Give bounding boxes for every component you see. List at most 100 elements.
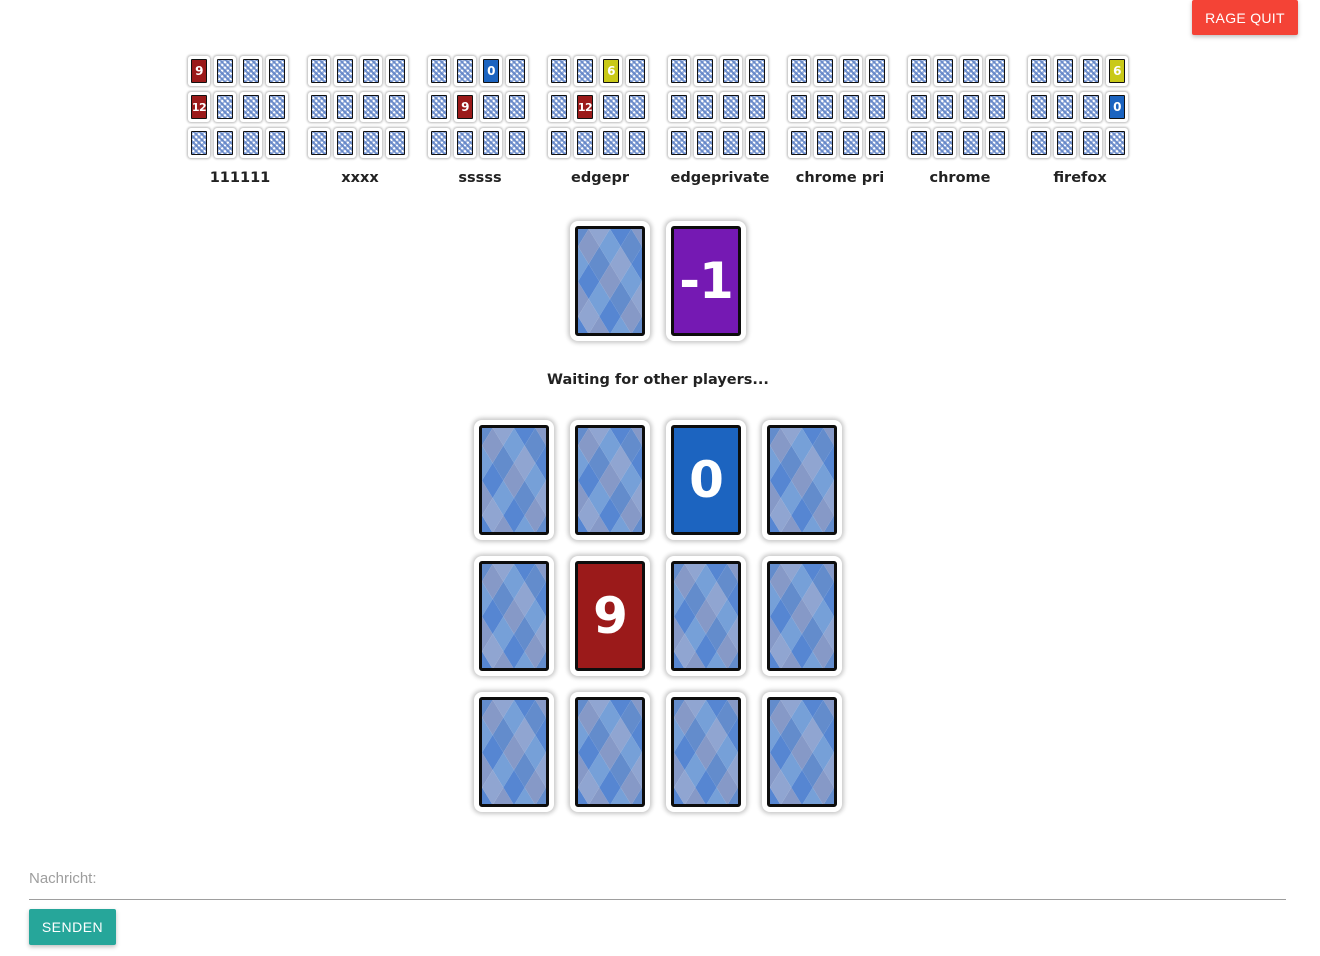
mini-card-back: [217, 131, 233, 155]
player-board: 6 12 edgepr: [548, 56, 652, 196]
mini-card-back: [937, 59, 953, 83]
mini-card-hidden: [814, 92, 836, 122]
mini-card-back: [1109, 131, 1125, 155]
card-back-pattern: [575, 425, 645, 535]
mini-card-back: [843, 131, 859, 155]
mini-card-back: [363, 59, 379, 83]
mini-card-back: [723, 95, 739, 119]
mini-card-hidden: [360, 92, 382, 122]
mini-card-value: 6: [1109, 59, 1125, 83]
mini-card-hidden: [934, 92, 956, 122]
mini-card-back: [603, 95, 619, 119]
my-card-hidden[interactable]: [666, 556, 746, 676]
mini-card-hidden: [788, 92, 810, 122]
my-card-hidden[interactable]: [762, 420, 842, 540]
mini-card-back: [509, 131, 525, 155]
mini-card-back: [483, 131, 499, 155]
my-card-hidden[interactable]: [762, 556, 842, 676]
card-back-pattern: [479, 561, 549, 671]
mini-card-value: 0: [1109, 95, 1125, 119]
mini-card-hidden: [814, 56, 836, 86]
draw-pile[interactable]: [570, 221, 650, 341]
mini-card-hidden: [334, 128, 356, 158]
mini-card-back: [911, 59, 927, 83]
mini-card-back: [723, 131, 739, 155]
mini-card-back: [1057, 59, 1073, 83]
mini-card-hidden: [548, 128, 570, 158]
mini-card-back: [989, 131, 1005, 155]
discard-pile[interactable]: -1: [666, 221, 746, 341]
mini-card-hidden: [1054, 128, 1076, 158]
mini-card-back: [963, 59, 979, 83]
mini-card-hidden: [1080, 56, 1102, 86]
mini-card-hidden: [788, 56, 810, 86]
my-card-hidden[interactable]: [474, 692, 554, 812]
mini-card-back: [791, 95, 807, 119]
mini-card-back: [723, 59, 739, 83]
mini-card-hidden: [266, 128, 288, 158]
mini-card-back: [363, 95, 379, 119]
mini-card-hidden: [574, 56, 596, 86]
my-card-hidden[interactable]: [474, 420, 554, 540]
mini-card-back: [989, 59, 1005, 83]
mini-card-back: [817, 131, 833, 155]
card-back-pattern: [575, 697, 645, 807]
player-board: chrome pri: [788, 56, 892, 196]
player-name: firefox: [1053, 170, 1107, 186]
mini-card-back: [1031, 131, 1047, 155]
mini-card-back: [1057, 95, 1073, 119]
mini-card-back: [697, 59, 713, 83]
mini-card-back: [963, 131, 979, 155]
mini-card-hidden: [840, 56, 862, 86]
mini-card-back: [431, 95, 447, 119]
mini-card-hidden: [866, 128, 888, 158]
player-board: edgeprivate: [668, 56, 772, 196]
mini-card-hidden: [1106, 128, 1128, 158]
chat-message-input[interactable]: [29, 864, 1286, 900]
player-board: 0 9 sssss: [428, 56, 532, 196]
card-back-pattern: [671, 697, 741, 807]
mini-card-hidden: [1054, 56, 1076, 86]
mini-card-hidden: [334, 56, 356, 86]
mini-card-back: [749, 131, 765, 155]
mini-card-back: [911, 131, 927, 155]
mini-card-hidden: [866, 92, 888, 122]
mini-card-back: [243, 131, 259, 155]
mini-card-revealed: 12: [574, 92, 596, 122]
mini-card-hidden: [960, 92, 982, 122]
mini-card-back: [217, 59, 233, 83]
mini-card-back: [937, 95, 953, 119]
card-back-pattern: [767, 697, 837, 807]
mini-card-revealed: 12: [188, 92, 210, 122]
mini-card-back: [509, 95, 525, 119]
mini-card-hidden: [986, 128, 1008, 158]
mini-card-back: [311, 59, 327, 83]
player-board: 6 0 firefox: [1028, 56, 1132, 196]
mini-card-hidden: [574, 128, 596, 158]
mini-card-back: [457, 131, 473, 155]
my-card-hidden[interactable]: [570, 420, 650, 540]
mini-card-back: [1083, 131, 1099, 155]
mini-card-hidden: [720, 56, 742, 86]
card-value: 0: [671, 425, 741, 535]
mini-card-back: [629, 95, 645, 119]
mini-card-back: [671, 59, 687, 83]
my-card-hidden[interactable]: [762, 692, 842, 812]
send-button[interactable]: SENDEN: [29, 909, 116, 945]
mini-card-back: [629, 59, 645, 83]
mini-card-hidden: [308, 128, 330, 158]
my-card-hidden[interactable]: [570, 692, 650, 812]
my-card-hidden[interactable]: [666, 692, 746, 812]
mini-card-hidden: [214, 56, 236, 86]
my-card-revealed[interactable]: 9: [570, 556, 650, 676]
my-card-revealed[interactable]: 0: [666, 420, 746, 540]
mini-card-hidden: [240, 92, 262, 122]
mini-card-hidden: [240, 56, 262, 86]
mini-card-back: [1031, 95, 1047, 119]
mini-card-hidden: [934, 56, 956, 86]
mini-card-back: [963, 95, 979, 119]
my-card-hidden[interactable]: [474, 556, 554, 676]
mini-card-hidden: [986, 92, 1008, 122]
mini-card-hidden: [480, 128, 502, 158]
mini-card-revealed: 0: [480, 56, 502, 86]
